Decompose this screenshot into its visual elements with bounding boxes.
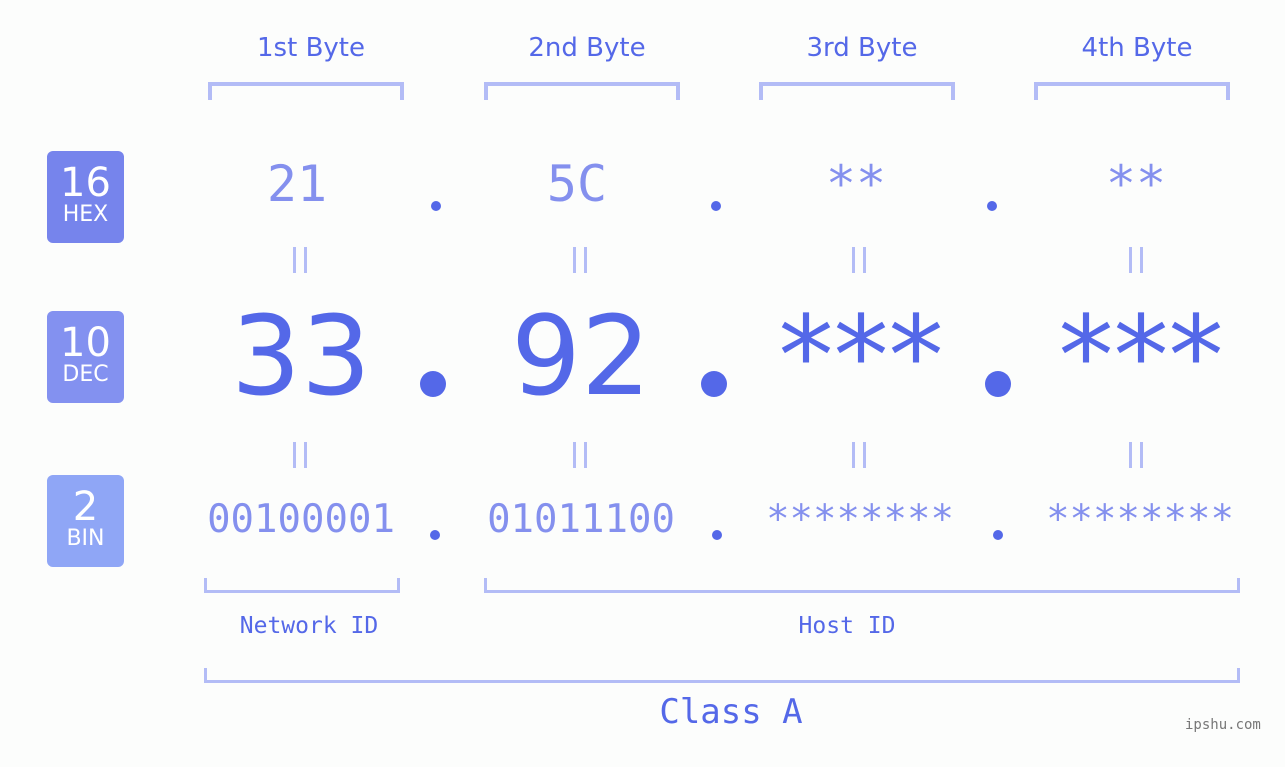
hex-separator-dot <box>987 201 997 211</box>
equals-sign <box>1116 435 1156 478</box>
equals-sign <box>839 240 879 283</box>
dec-separator-dot <box>701 371 727 397</box>
byte-header-2: 2nd Byte <box>528 33 646 63</box>
dec-byte-1: 33 <box>231 292 371 420</box>
hex-badge: 16 HEX <box>47 151 124 243</box>
hex-byte-3: ** <box>825 155 887 213</box>
equals-sign <box>560 240 600 283</box>
byte-header-4: 4th Byte <box>1081 33 1193 63</box>
bin-badge-base: 2 <box>72 484 99 530</box>
class-label: Class A <box>659 692 803 732</box>
dec-byte-3: *** <box>778 292 944 420</box>
host-id-label: Host ID <box>798 613 896 639</box>
host-id-bracket <box>484 578 1240 593</box>
bin-separator-dot <box>993 530 1003 540</box>
equals-sign <box>280 240 320 283</box>
byte-bracket-3 <box>759 82 955 100</box>
hex-separator-dot <box>711 201 721 211</box>
bin-separator-dot <box>430 530 440 540</box>
equals-sign <box>280 435 320 478</box>
bin-byte-4: ******** <box>1046 497 1234 542</box>
bin-byte-1: 00100001 <box>207 497 395 542</box>
bin-badge: 2 BIN <box>47 475 124 567</box>
hex-byte-1: 21 <box>266 155 328 213</box>
dec-byte-2: 92 <box>511 292 651 420</box>
byte-header-1: 1st Byte <box>257 33 365 63</box>
dec-badge: 10 DEC <box>47 311 124 403</box>
watermark: ipshu.com <box>1185 717 1261 733</box>
bin-byte-3: ******** <box>766 497 954 542</box>
dec-separator-dot <box>985 371 1011 397</box>
dec-badge-label: DEC <box>62 362 109 387</box>
dec-byte-4: *** <box>1058 292 1224 420</box>
byte-bracket-1 <box>208 82 404 100</box>
hex-byte-2: 5C <box>546 155 608 213</box>
hex-byte-4: ** <box>1105 155 1167 213</box>
hex-separator-dot <box>431 201 441 211</box>
byte-bracket-4 <box>1034 82 1230 100</box>
bin-badge-label: BIN <box>66 526 105 551</box>
network-id-label: Network ID <box>239 613 379 639</box>
equals-sign <box>1116 240 1156 283</box>
byte-bracket-2 <box>484 82 680 100</box>
equals-sign <box>560 435 600 478</box>
dec-separator-dot <box>420 371 446 397</box>
hex-badge-label: HEX <box>62 202 109 227</box>
class-bracket <box>204 668 1240 683</box>
byte-header-3: 3rd Byte <box>806 33 918 63</box>
hex-badge-base: 16 <box>60 160 111 206</box>
equals-sign <box>839 435 879 478</box>
bin-separator-dot <box>712 530 722 540</box>
network-id-bracket <box>204 578 400 593</box>
dec-badge-base: 10 <box>60 320 111 366</box>
bin-byte-2: 01011100 <box>487 497 675 542</box>
